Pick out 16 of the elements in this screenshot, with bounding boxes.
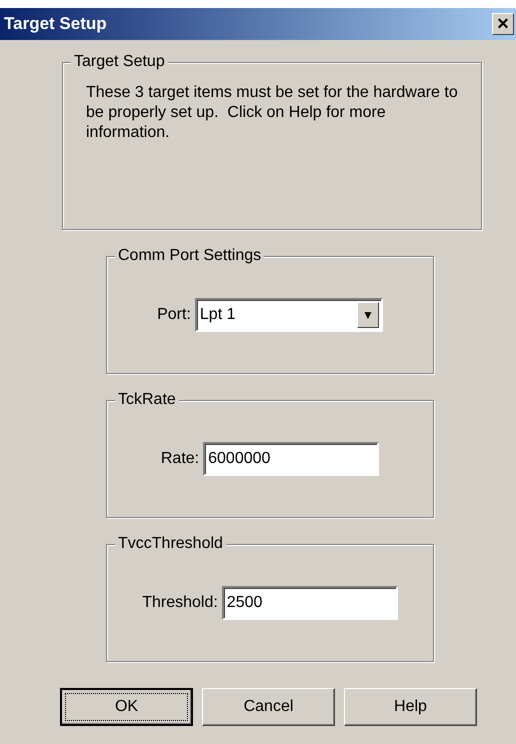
dialog-button[interactable]: OK: [60, 688, 193, 726]
window-title: Target Setup: [4, 13, 107, 36]
group-legend: Target Setup: [71, 52, 168, 72]
description-text: These 3 target items must be set for the hardware to be properly set up. Click on Help for more information.: [86, 83, 459, 143]
input-field[interactable]: 6000000: [203, 442, 380, 476]
group-legend: Comm Port Settings: [115, 246, 264, 266]
port-dropdown[interactable]: Lpt 1 ▼: [194, 298, 383, 332]
close-button[interactable]: ×: [492, 13, 514, 35]
field-label: Port:: [157, 305, 191, 325]
dialog-button[interactable]: Cancel: [202, 688, 335, 726]
dropdown-value: Lpt 1: [200, 305, 236, 325]
dropdown-arrow-button[interactable]: ▼: [356, 302, 379, 328]
input-field[interactable]: 2500: [222, 586, 398, 620]
field-label: Rate:: [160, 449, 200, 469]
field-label: Threshold:: [142, 593, 218, 613]
dialog-button[interactable]: Help: [344, 688, 477, 726]
